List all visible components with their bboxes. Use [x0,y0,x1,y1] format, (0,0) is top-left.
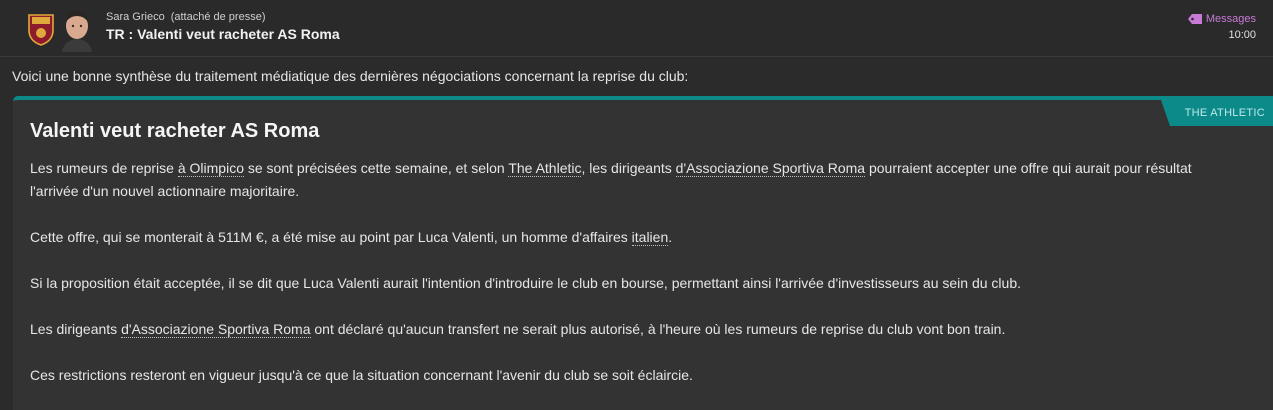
messages-link[interactable]: Messages [1187,13,1256,25]
intro-text: Voici une bonne synthèse du traitement m… [12,68,689,84]
message-tag-icon [1187,14,1202,24]
sender-line: Sara Grieco (attaché de presse) [106,11,265,23]
article-paragraph: Ces restrictions resteront en vigueur ju… [30,367,693,383]
message-time: 10:00 [1228,29,1256,41]
article-paragraph: Cette offre, qui se monterait à 511M €, … [30,226,1240,249]
article-title: Valenti veut racheter AS Roma [30,120,320,142]
message-subject: TR : Valenti veut racheter AS Roma [106,26,340,42]
media-source-link[interactable]: The Athletic [508,160,582,177]
source-badge: THE ATHLETIC [1161,100,1273,126]
article-body: Les rumeurs de reprise à Olimpico se son… [30,157,1240,410]
messages-link-label: Messages [1205,13,1256,25]
message-header: Sara Grieco (attaché de presse) TR : Vale… [0,0,1273,57]
text: se sont précisées cette semaine, et selo… [243,160,509,176]
article-paragraph: Les dirigeants d'Associazione Sportiva R… [30,318,1240,341]
avatar[interactable] [58,8,96,52]
text: Cette offre, qui se monterait à 511M €, … [30,229,632,245]
club-crest-icon[interactable] [27,12,55,46]
nationality-link[interactable]: italien [631,229,669,246]
club-link[interactable]: d'Associazione Sportiva Roma [675,160,866,177]
text: Les rumeurs de reprise [30,160,178,176]
article-paragraph: Les rumeurs de reprise à Olimpico se son… [30,157,1240,203]
sender-name[interactable]: Sara Grieco [106,11,165,23]
news-article-card: THE ATHLETIC Valenti veut racheter AS Ro… [13,96,1273,410]
stadium-link[interactable]: à Olimpico [177,160,244,177]
club-link[interactable]: d'Associazione Sportiva Roma [121,321,311,338]
article-paragraph: Si la proposition était acceptée, il se … [30,275,1021,291]
sender-role: (attaché de presse) [170,11,266,23]
text: ont déclaré qu'aucun transfert ne serait… [310,321,1006,337]
text: . [668,229,673,245]
text: Les dirigeants [30,321,122,337]
text: , les dirigeants [581,160,676,176]
